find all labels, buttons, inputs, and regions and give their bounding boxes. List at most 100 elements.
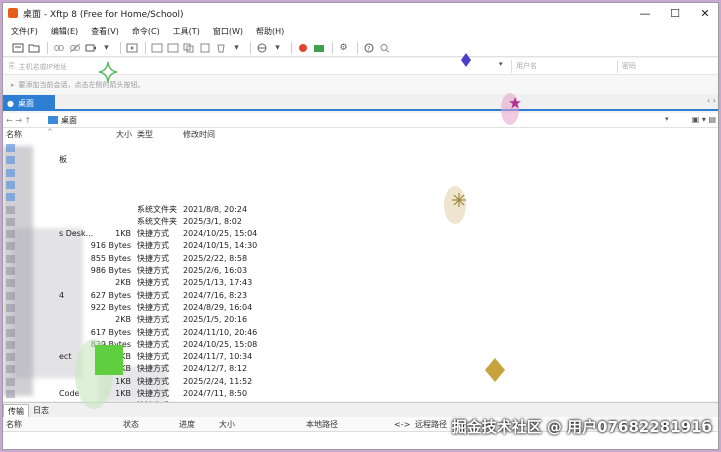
file-type: 快捷方式 [137, 253, 169, 263]
transfer-col-progress[interactable]: 进度 [179, 417, 195, 432]
transfer-col-remote-path[interactable]: 远程路径 [415, 417, 447, 432]
title-bar: 桌面 - Xftp 8 (Free for Home/School) — ☐ ✕ [3, 3, 718, 23]
table-row[interactable]: 系统文件夹 2021/8/8, 20:24 [3, 204, 718, 216]
file-modified: 2025/1/13, 17:43 [183, 278, 253, 288]
gear-icon[interactable]: ⚙ [337, 42, 350, 54]
file-type: 快捷方式 [137, 229, 169, 239]
transfer-col-name[interactable]: 名称 [6, 417, 22, 432]
file-size: 617 Bytes [90, 327, 131, 337]
menu-view[interactable]: 查看(V) [91, 26, 119, 37]
file-type: 快捷方式 [137, 327, 169, 337]
file-icon [6, 328, 15, 337]
table-row[interactable] [3, 191, 718, 203]
reconnect-icon[interactable] [84, 42, 97, 54]
column-type[interactable]: 类型 [137, 128, 153, 142]
table-row[interactable] [3, 142, 718, 154]
transfer-col-local-path[interactable]: 本地路径 [306, 417, 338, 432]
delete-icon[interactable] [214, 42, 227, 54]
chevron-down-icon[interactable]: ▾ [100, 42, 113, 54]
table-row[interactable]: 2KB 快捷方式 2025/1/13, 17:43 [3, 277, 718, 289]
file-type: 系统文件夹 [137, 204, 177, 214]
transfer-col-status[interactable]: 状态 [123, 417, 139, 432]
host-input[interactable]: ⎘ 主机名或IP地址 [9, 60, 509, 73]
file-size: 1KB [115, 229, 131, 239]
maximize-button[interactable]: ☐ [660, 3, 690, 23]
tab-desktop[interactable]: ● 桌面 [3, 95, 55, 111]
tab-transfer[interactable]: 传输 [3, 404, 29, 417]
chevron-down-icon[interactable]: ▾ [499, 60, 503, 68]
xftp-window: 桌面 - Xftp 8 (Free for Home/School) — ☐ ✕… [2, 2, 719, 450]
file-modified: 2025/3/1, 8:02 [183, 216, 242, 226]
menu-edit[interactable]: 编辑(E) [51, 26, 78, 37]
file-modified: 2024/11/10, 20:46 [183, 327, 258, 337]
table-row[interactable]: 2KB 快捷方式 2025/1/5, 20:16 [3, 314, 718, 326]
file-type: 快捷方式 [137, 278, 169, 288]
chevron-down-icon[interactable]: ▾ [271, 42, 284, 54]
transfer-left-icon[interactable] [150, 42, 163, 54]
current-path[interactable]: 桌面 [61, 115, 77, 126]
globe-icon[interactable] [255, 42, 268, 54]
menu-help[interactable]: 帮助(H) [256, 26, 284, 37]
table-row[interactable]: 986 Bytes 快捷方式 2025/2/6, 16:03 [3, 265, 718, 277]
column-modified[interactable]: 修改时间 [183, 128, 215, 142]
toolbar-separator [250, 41, 251, 54]
table-row[interactable] [3, 179, 718, 191]
file-icon [6, 242, 15, 251]
file-size: 855 Bytes [90, 253, 131, 263]
file-icon [6, 144, 15, 152]
transfer-col-direction[interactable]: <-> [394, 417, 410, 432]
copy-icon[interactable] [182, 42, 195, 54]
open-folder-icon[interactable] [27, 42, 40, 54]
file-type: 快捷方式 [137, 389, 169, 398]
search-icon[interactable] [378, 42, 391, 54]
table-row[interactable]: 4 627 Bytes 快捷方式 2024/7/16, 8:23 [3, 290, 718, 302]
file-size: 922 Bytes [90, 302, 131, 312]
tab-log[interactable]: 日志 [29, 404, 53, 417]
menu-file[interactable]: 文件(F) [11, 26, 38, 37]
minimize-button[interactable]: — [630, 3, 660, 23]
file-icon [6, 156, 15, 165]
close-button[interactable]: ✕ [690, 3, 718, 23]
table-row[interactable]: 916 Bytes 快捷方式 2024/10/15, 14:30 [3, 240, 718, 252]
menu-command[interactable]: 命令(C) [132, 26, 160, 37]
file-icon [6, 353, 15, 362]
file-icon [6, 390, 15, 398]
bookmark-folder-icon[interactable] [312, 42, 325, 54]
tab-scroll-arrows[interactable]: ‹ › [707, 96, 716, 105]
table-row[interactable]: 617 Bytes 快捷方式 2024/11/10, 20:46 [3, 327, 718, 339]
xshell-icon[interactable] [296, 42, 309, 54]
table-row[interactable] [3, 167, 718, 179]
table-row[interactable]: 系统文件夹 2025/3/1, 8:02 [3, 216, 718, 228]
table-row[interactable]: s Desk... 1KB 快捷方式 2024/10/25, 15:04 [3, 228, 718, 240]
table-row[interactable]: 板 [3, 154, 718, 166]
transfer-col-size[interactable]: 大小 [219, 417, 235, 432]
username-field[interactable]: 用户名 [511, 60, 613, 73]
help-icon[interactable]: ? [362, 42, 375, 54]
path-bar: ← → ↑ 桌面 ▾ ▣ ▾ ▤ [3, 113, 718, 128]
session-tab-bar: ● 桌面 ‹ › [3, 94, 718, 111]
window-controls: — ☐ ✕ [630, 3, 718, 23]
new-session-icon[interactable] [11, 42, 24, 54]
unlink-icon[interactable] [68, 42, 81, 54]
column-name[interactable]: 名称 [6, 128, 22, 142]
link-icon[interactable] [52, 42, 65, 54]
file-icon [6, 193, 15, 202]
paste-icon[interactable] [198, 42, 211, 54]
path-tools-icon[interactable]: ▣ ▾ ▤ [692, 115, 716, 124]
column-size[interactable]: 大小 [116, 128, 132, 142]
tab-dot-icon: ● [7, 98, 14, 108]
chevron-down-icon[interactable]: ▾ [665, 115, 669, 123]
menu-tools[interactable]: 工具(T) [173, 26, 200, 37]
transfer-right-icon[interactable] [166, 42, 179, 54]
file-icon [6, 291, 15, 300]
table-row[interactable]: 855 Bytes 快捷方式 2025/2/22, 8:58 [3, 253, 718, 265]
nav-back-forward-icon[interactable]: ← → ↑ [6, 116, 48, 125]
table-row[interactable]: 922 Bytes 快捷方式 2024/8/29, 16:04 [3, 302, 718, 314]
play-icon[interactable] [125, 42, 138, 54]
menu-window[interactable]: 窗口(W) [213, 26, 243, 37]
file-type: 快捷方式 [137, 290, 169, 300]
password-field[interactable]: 密码 [617, 60, 717, 73]
chevron-down-icon[interactable]: ▾ [230, 42, 243, 54]
file-modified: 2024/8/29, 16:04 [183, 302, 253, 312]
file-modified: 2024/10/25, 15:08 [183, 339, 258, 349]
